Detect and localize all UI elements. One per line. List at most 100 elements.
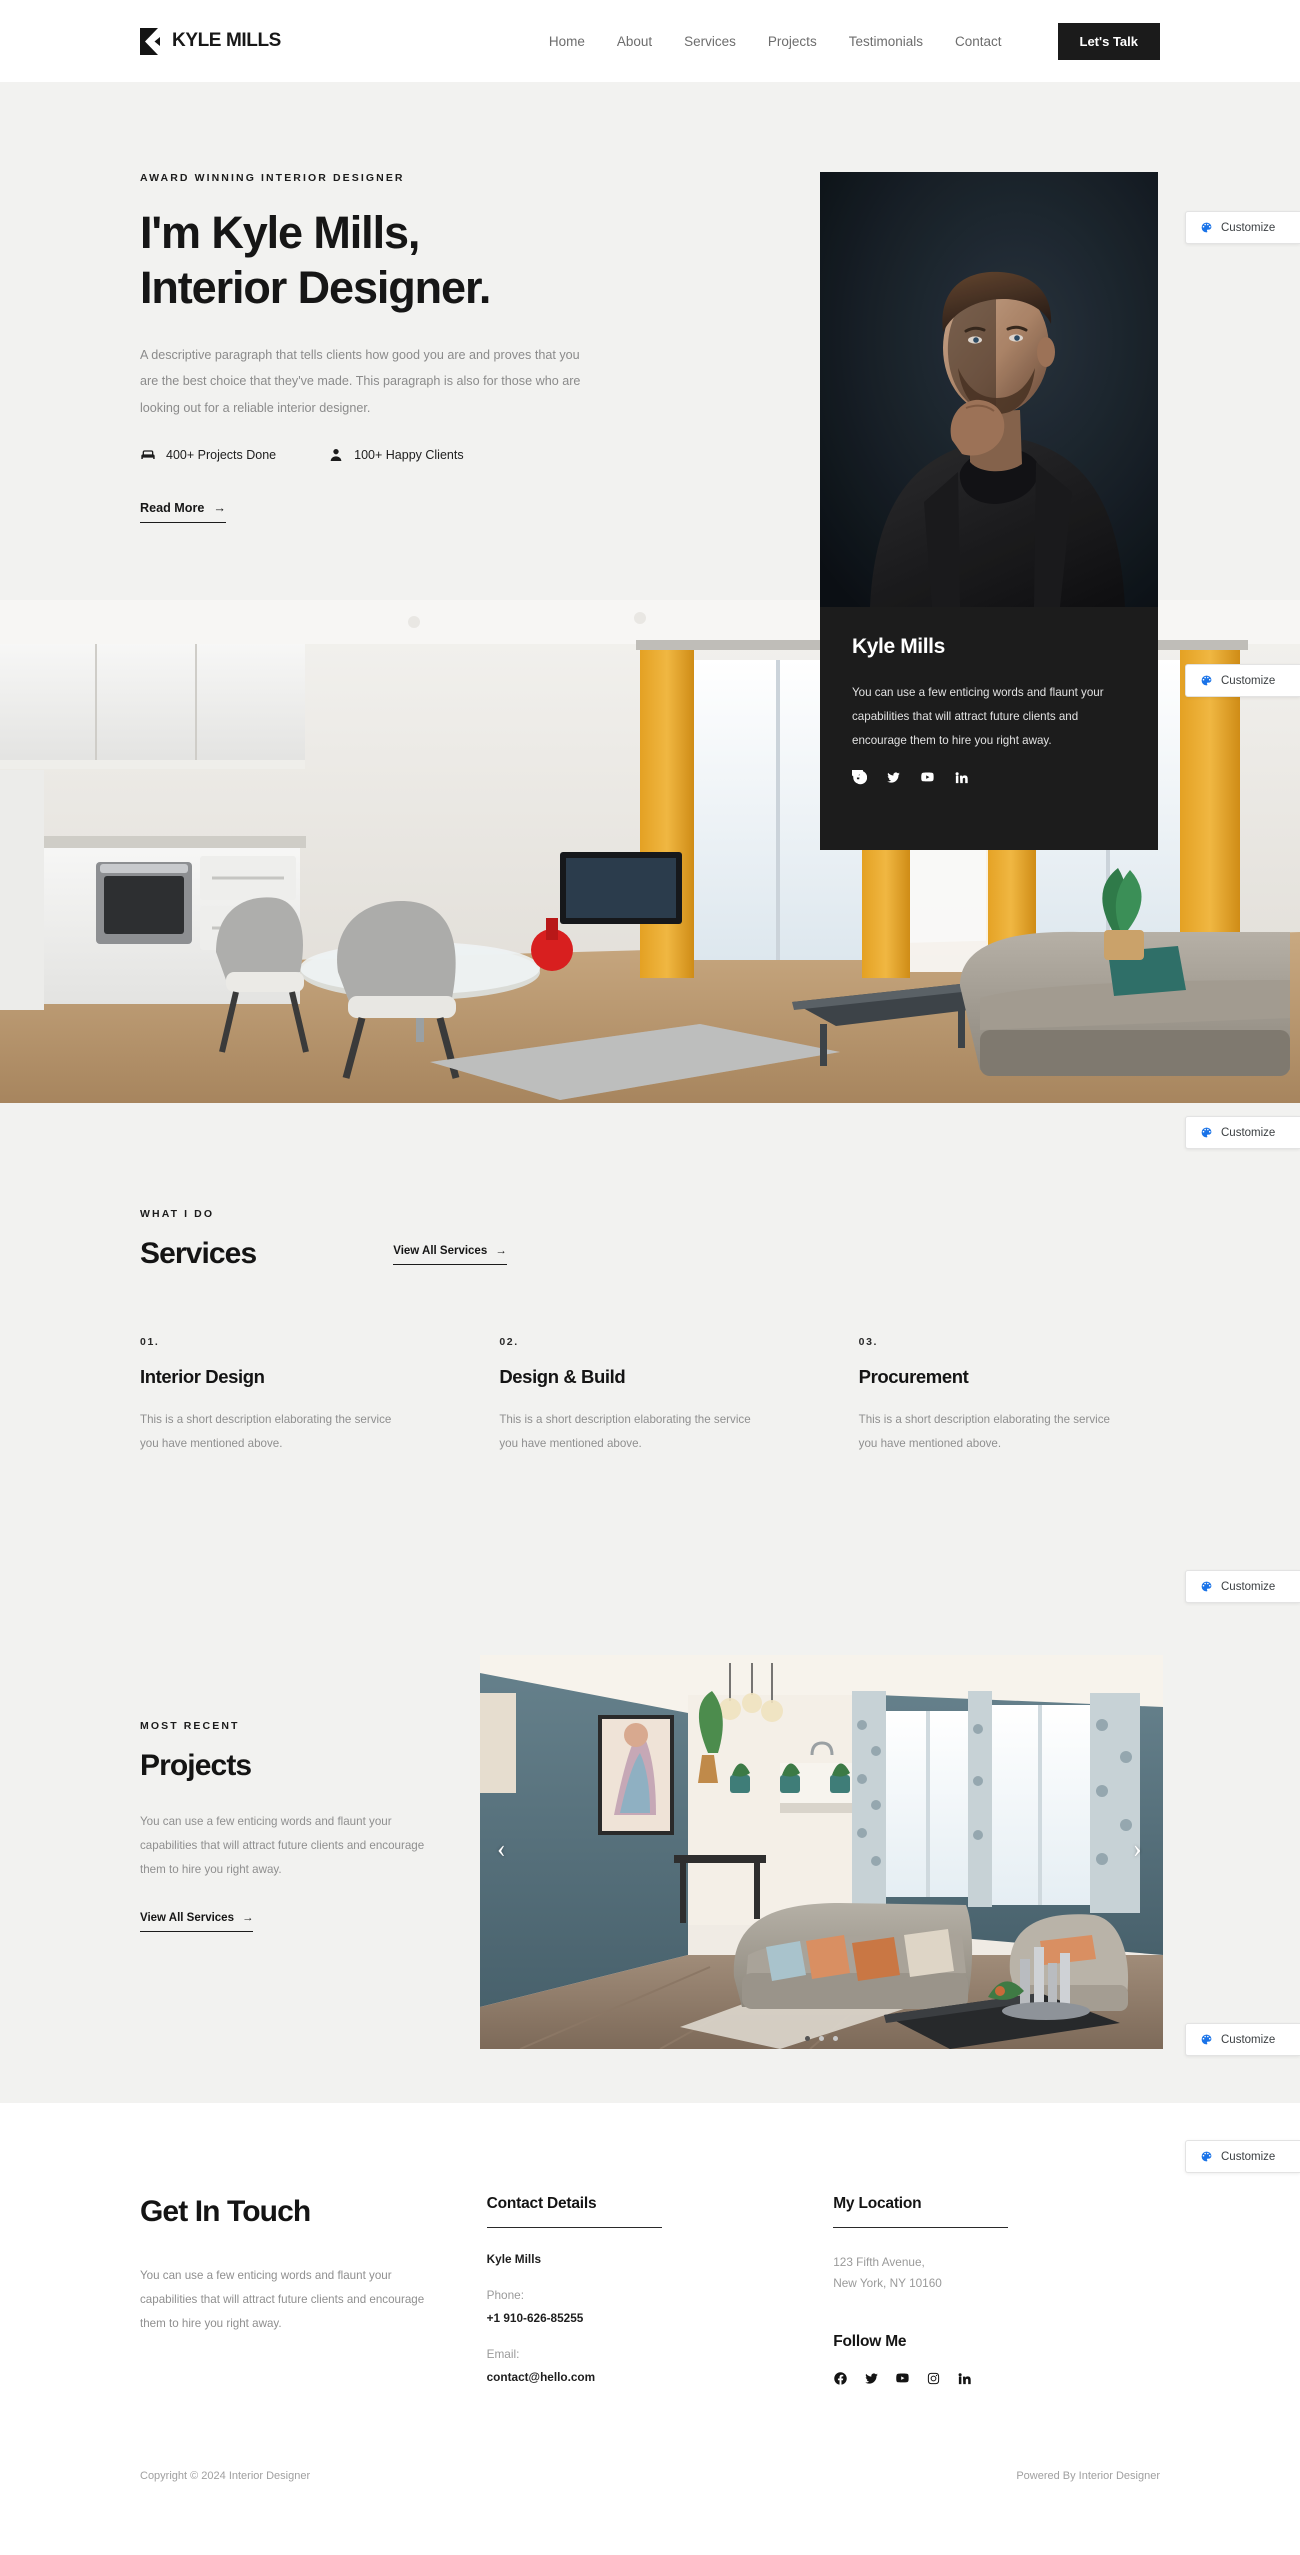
twitter-icon[interactable]	[886, 770, 901, 785]
services-title: Services	[140, 1237, 257, 1270]
powered-by-text: Powered By Interior Designer	[1016, 2470, 1160, 2482]
get-in-touch-description: You can use a few enticing words and fla…	[140, 2269, 425, 2330]
carousel-dot-3[interactable]	[833, 2036, 838, 2041]
carousel-dots	[480, 2036, 1163, 2041]
instagram-icon[interactable]	[926, 2371, 941, 2386]
service-name: Design & Build	[499, 1366, 626, 1387]
person-icon	[328, 447, 344, 463]
footer-bar: Copyright © 2024 Interior Designer Power…	[0, 2470, 1300, 2482]
palette-icon	[1200, 674, 1213, 687]
service-number: 02.	[499, 1336, 519, 1348]
hero-eyebrow: AWARD WINNING INTERIOR DESIGNER	[140, 172, 405, 184]
designer-portrait-image	[820, 172, 1158, 607]
hero-title-line-2: Interior Designer.	[140, 261, 491, 313]
facebook-icon[interactable]	[852, 770, 867, 785]
bio-card-socials	[852, 770, 1126, 785]
services-section: WHAT I DO Services View All Services → 0…	[0, 1103, 1300, 1663]
copyright-text: Copyright © 2024 Interior Designer	[140, 2470, 311, 2482]
get-in-touch-title: Get In Touch	[140, 2195, 311, 2228]
customize-button-2[interactable]: Customize	[1185, 664, 1300, 697]
contact-details-heading: Contact Details	[486, 2195, 662, 2228]
phone-label: Phone:	[486, 2288, 524, 2302]
email-value[interactable]: contact@hello.com	[487, 2370, 834, 2384]
address: 123 Fifth Avenue, New York, NY 10160	[833, 2252, 1160, 2293]
contact-details-column: Contact Details Kyle Mills Phone: +1 910…	[486, 2195, 834, 2503]
phone-value[interactable]: +1 910-626-85255	[487, 2311, 834, 2325]
bio-card-text: You can use a few enticing words and fla…	[852, 686, 1104, 747]
service-number: 03.	[858, 1336, 879, 1348]
site-header: KYLE MILLS Home About Services Projects …	[0, 0, 1300, 82]
projects-copy: MOST RECENT Projects You can use a few e…	[140, 1720, 440, 1938]
twitter-icon[interactable]	[864, 2371, 879, 2386]
service-description: This is a short description elaborating …	[858, 1413, 1110, 1450]
palette-icon	[1200, 1580, 1213, 1593]
customize-button-3[interactable]: Customize	[1185, 1116, 1300, 1149]
projects-description: You can use a few enticing words and fla…	[140, 1815, 425, 1876]
service-card: 03. Procurement This is a short descript…	[859, 1336, 1160, 1456]
customize-label: Customize	[1221, 2150, 1276, 2163]
read-more-label: Read More	[140, 501, 205, 516]
view-all-projects-label: View All Services	[140, 1912, 234, 1925]
view-all-projects-link[interactable]: View All Services →	[140, 1912, 254, 1933]
nav-item-projects[interactable]: Projects	[768, 34, 817, 49]
read-more-link[interactable]: Read More →	[140, 501, 226, 524]
customize-label: Customize	[1221, 1580, 1276, 1593]
customize-button-6[interactable]: Customize	[1185, 2140, 1300, 2173]
sofa-icon	[140, 447, 156, 463]
customize-button-4[interactable]: Customize	[1185, 1570, 1300, 1603]
service-name: Interior Design	[140, 1366, 265, 1387]
nav-item-services[interactable]: Services	[684, 34, 736, 49]
hero-copy: AWARD WINNING INTERIOR DESIGNER I'm Kyle…	[140, 82, 660, 524]
service-number: 01.	[140, 1336, 160, 1348]
location-column: My Location 123 Fifth Avenue, New York, …	[833, 2195, 1160, 2503]
service-description: This is a short description elaborating …	[140, 1413, 392, 1450]
nav-item-home[interactable]: Home	[549, 34, 585, 49]
palette-icon	[1200, 1126, 1213, 1139]
services-header: Services View All Services →	[140, 1220, 1160, 1271]
stat-clients: 100+ Happy Clients	[328, 447, 464, 463]
carousel-prev-button[interactable]: ‹	[497, 1836, 506, 1862]
customize-label: Customize	[1221, 221, 1276, 234]
nav-item-testimonials[interactable]: Testimonials	[849, 34, 923, 49]
lets-talk-button[interactable]: Let's Talk	[1057, 22, 1160, 60]
youtube-icon[interactable]	[895, 2371, 910, 2386]
brand-logo[interactable]: KYLE MILLS	[140, 27, 281, 55]
email-label: Email:	[486, 2347, 520, 2361]
address-line-2: New York, NY 10160	[833, 2275, 942, 2290]
palette-icon	[1200, 221, 1213, 234]
follow-me-heading: Follow Me	[833, 2333, 907, 2351]
service-card: 02. Design & Build This is a short descr…	[499, 1336, 800, 1456]
stat-projects-label: 400+ Projects Done	[166, 448, 277, 463]
customize-button-1[interactable]: Customize	[1185, 211, 1300, 244]
arrow-right-icon: →	[241, 1912, 254, 1925]
facebook-icon[interactable]	[833, 2371, 848, 2386]
customize-button-5[interactable]: Customize	[1185, 2023, 1300, 2056]
service-description: This is a short description elaborating …	[499, 1413, 751, 1450]
palette-icon	[1200, 2150, 1213, 2163]
linkedin-icon[interactable]	[957, 2371, 972, 2386]
stat-clients-label: 100+ Happy Clients	[354, 448, 464, 463]
carousel-next-button[interactable]: ›	[1133, 1836, 1142, 1862]
linkedin-icon[interactable]	[954, 770, 969, 785]
services-eyebrow: WHAT I DO	[140, 1208, 215, 1220]
view-all-services-link[interactable]: View All Services →	[393, 1245, 507, 1265]
youtube-icon[interactable]	[920, 770, 935, 785]
brand-name: KYLE MILLS	[172, 30, 281, 51]
nav-item-about[interactable]: About	[617, 34, 652, 49]
follow-me-socials	[833, 2371, 1160, 2386]
carousel-dot-1[interactable]	[805, 2036, 810, 2041]
stat-projects: 400+ Projects Done	[140, 447, 276, 463]
arrow-right-icon: →	[213, 501, 226, 516]
page-title: I'm Kyle Mills, Interior Designer.	[140, 206, 660, 316]
bio-card: Kyle Mills You can use a few enticing wo…	[820, 607, 1158, 850]
hero-stats: 400+ Projects Done 100+ Happy Clients	[140, 447, 660, 463]
hero-title-line-1: I'm Kyle Mills,	[140, 207, 420, 258]
customize-label: Customize	[1221, 674, 1276, 687]
main-nav: Home About Services Projects Testimonial…	[549, 22, 1160, 60]
palette-icon	[1200, 2033, 1213, 2046]
project-carousel-image	[480, 1655, 1163, 2049]
carousel-dot-2[interactable]	[819, 2036, 824, 2041]
logo-mark-icon	[140, 27, 166, 55]
nav-item-contact[interactable]: Contact	[955, 34, 1002, 49]
projects-eyebrow: MOST RECENT	[140, 1720, 240, 1732]
